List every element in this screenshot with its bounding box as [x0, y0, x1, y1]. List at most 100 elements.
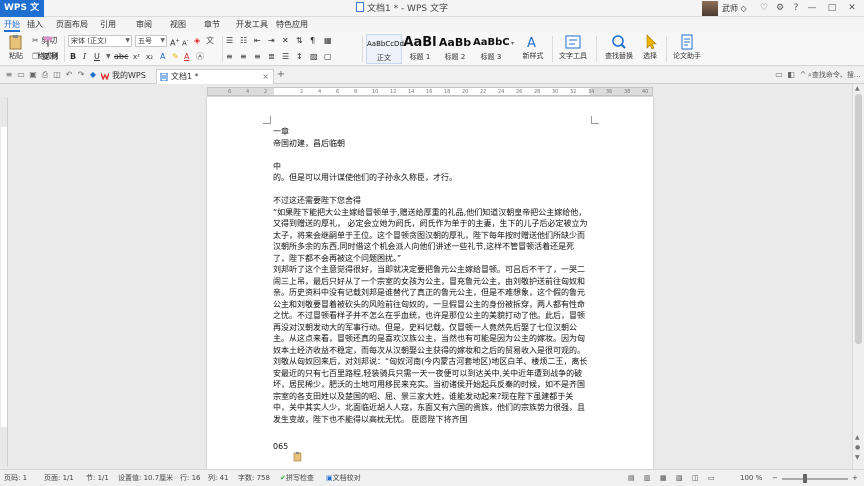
scrollbar-thumb[interactable] — [855, 94, 862, 344]
status-section[interactable]: 节: 1/1 — [86, 473, 109, 484]
zoom-out-icon[interactable]: − — [772, 473, 778, 484]
paste-options-icon[interactable] — [293, 452, 303, 462]
avatar[interactable] — [702, 1, 718, 16]
search-command-box[interactable]: ⌕查找命令、搜... — [808, 70, 861, 80]
chevron-down-icon[interactable]: ▼ — [106, 51, 111, 63]
view-mode-icon[interactable]: ◫ — [692, 473, 699, 484]
app-menu-button[interactable]: WPS 文字▼ — [0, 0, 44, 30]
borders-icon[interactable]: ▢ — [324, 51, 332, 63]
settings-icon[interactable]: ⚙ — [774, 2, 786, 14]
distribute-icon[interactable]: ☰ — [282, 51, 289, 63]
open-folder-icon[interactable]: ▭ — [16, 70, 26, 80]
find-replace-button[interactable]: 查找替换 — [602, 34, 636, 61]
help-icon[interactable]: ? — [790, 2, 802, 14]
select-button[interactable]: 选择 — [638, 34, 662, 61]
scroll-select-browse-icon[interactable]: ● — [855, 444, 860, 451]
horizontal-ruler[interactable]: 6 4 2 2 4 6 8 10 12 14 16 18 20 22 24 26 28 30 32 34 36 38 40 — [207, 87, 653, 96]
close-tab-icon[interactable]: × — [262, 70, 269, 84]
document-page[interactable]: 一章 帝国初建，昌后临朝 中 的。但是可以用计谋使他们的子孙永久称臣，才行。 不… — [207, 97, 653, 469]
tab-special-apps[interactable]: 特色应用 — [276, 17, 308, 32]
italic-button[interactable]: I — [83, 51, 86, 63]
undo-icon[interactable]: ↶ — [64, 70, 74, 80]
spell-check-button[interactable]: ✔拼写检查 — [280, 473, 314, 484]
username[interactable]: 武师 ◇ — [722, 3, 747, 14]
scroll-up-icon[interactable]: ▲ — [855, 85, 860, 92]
style-heading-3[interactable]: AaBbC 标题 3 — [473, 34, 510, 64]
view-icon[interactable]: ◧ — [786, 70, 796, 80]
line-spacing-icon[interactable]: ↕ — [296, 51, 303, 63]
preview-icon[interactable]: ◫ — [52, 70, 62, 80]
skin-icon[interactable]: ♡ — [758, 2, 770, 14]
styles-more-icon[interactable]: ▾ — [511, 38, 514, 50]
chinese-layout-icon[interactable]: ✕ — [282, 35, 289, 47]
tab-insert[interactable]: 插入 — [27, 17, 43, 32]
status-pages[interactable]: 页面: 1/1 — [44, 473, 74, 484]
minimize-icon[interactable]: — — [806, 2, 818, 14]
text-tools-button[interactable]: 文字工具 — [556, 34, 590, 61]
zoom-slider[interactable] — [782, 478, 848, 480]
underline-button[interactable]: U — [94, 51, 100, 63]
document-body[interactable]: 一章 帝国初建，昌后临朝 中 的。但是可以用计谋使他们的子孙永久称臣，才行。 不… — [273, 126, 589, 425]
show-marks-icon[interactable]: ¶ — [310, 35, 315, 47]
redo-icon[interactable]: ↷ — [76, 70, 86, 80]
close-icon[interactable]: ✕ — [846, 2, 858, 14]
tab-home[interactable]: 开始 — [4, 17, 20, 32]
font-size-select[interactable]: 五号 ▼ — [135, 35, 167, 47]
tab-view[interactable]: 视图 — [170, 17, 186, 32]
paste-button[interactable]: 粘贴 — [2, 34, 30, 61]
shading-icon[interactable]: ▨ — [310, 51, 318, 63]
sort-icon[interactable]: ⇅ — [296, 35, 303, 47]
font-color-button[interactable]: A — [184, 51, 189, 63]
char-border-icon[interactable]: Ⓐ — [196, 51, 204, 63]
phonetic-icon[interactable]: 文 — [206, 35, 214, 47]
highlight-icon[interactable]: ✎ — [172, 51, 179, 63]
vertical-scrollbar[interactable]: ▲ ▲ ● ▼ — [852, 84, 864, 469]
tab-chapter[interactable]: 章节 — [204, 17, 220, 32]
increase-indent-icon[interactable]: ⇥ — [268, 35, 275, 47]
subscript-button[interactable]: x₂ — [146, 51, 153, 63]
tab-references[interactable]: 引用 — [100, 17, 116, 32]
bold-button[interactable]: B — [70, 51, 76, 63]
scroll-next-page-icon[interactable]: ▼ — [855, 454, 860, 461]
tab-page-layout[interactable]: 页面布局 — [56, 17, 88, 32]
shrink-font-button[interactable]: A- — [182, 35, 189, 47]
view-mode-icon[interactable]: ▭ — [708, 473, 715, 484]
vertical-ruler[interactable] — [0, 97, 8, 467]
view-mode-icon[interactable]: ▥ — [644, 473, 651, 484]
style-heading-2[interactable]: AaBb 标题 2 — [438, 34, 472, 64]
superscript-button[interactable]: x² — [133, 51, 140, 63]
table-icon[interactable]: ▦ — [324, 35, 332, 47]
zoom-slider-handle[interactable] — [803, 474, 807, 483]
style-heading-1[interactable]: AaBl 标题 1 — [403, 34, 437, 64]
add-tab-icon[interactable]: + — [276, 70, 286, 80]
zoom-in-icon[interactable]: + — [852, 473, 858, 484]
status-row[interactable]: 行: 16 — [180, 473, 201, 484]
status-col[interactable]: 列: 41 — [208, 473, 229, 484]
clear-format-icon[interactable]: ◈ — [194, 35, 200, 47]
text-effect-icon[interactable]: A — [160, 51, 165, 63]
menu-icon[interactable]: ≡ — [4, 70, 14, 80]
status-setting[interactable]: 设置值: 10.7厘米 — [118, 473, 173, 484]
numbering-icon[interactable]: ☷ — [240, 35, 247, 47]
print-icon[interactable]: ⎙ — [40, 70, 50, 80]
save-icon[interactable]: ▣ — [28, 70, 38, 80]
new-style-button[interactable]: A 新样式 — [518, 34, 548, 61]
view-mode-icon[interactable]: ▤ — [628, 473, 635, 484]
grow-font-button[interactable]: A+ — [170, 35, 180, 48]
proofread-button[interactable]: ▣文档校对 — [326, 473, 361, 484]
strikethrough-button[interactable]: abc — [114, 51, 128, 63]
tab-review[interactable]: 审阅 — [136, 17, 152, 32]
scroll-prev-page-icon[interactable]: ▲ — [855, 434, 860, 441]
comment-icon[interactable]: ▭ — [774, 70, 784, 80]
align-center-icon[interactable]: ≡ — [240, 51, 247, 63]
maximize-icon[interactable]: □ — [826, 2, 838, 14]
view-mode-icon[interactable]: ▦ — [660, 473, 667, 484]
font-name-select[interactable]: 宋体 (正文) ▼ — [68, 35, 132, 47]
status-words[interactable]: 字数: 758 — [238, 473, 270, 484]
tab-document-1[interactable]: 文档1 * × — [156, 69, 274, 84]
chevron-up-icon[interactable]: ^ — [798, 70, 808, 80]
style-normal[interactable]: AaBbCcDd 正文 — [366, 34, 404, 64]
tab-developer[interactable]: 开发工具 — [236, 17, 268, 32]
format-painter-button[interactable]: 格式刷 — [36, 34, 60, 61]
essay-assistant-button[interactable]: 论文助手 — [670, 34, 704, 61]
